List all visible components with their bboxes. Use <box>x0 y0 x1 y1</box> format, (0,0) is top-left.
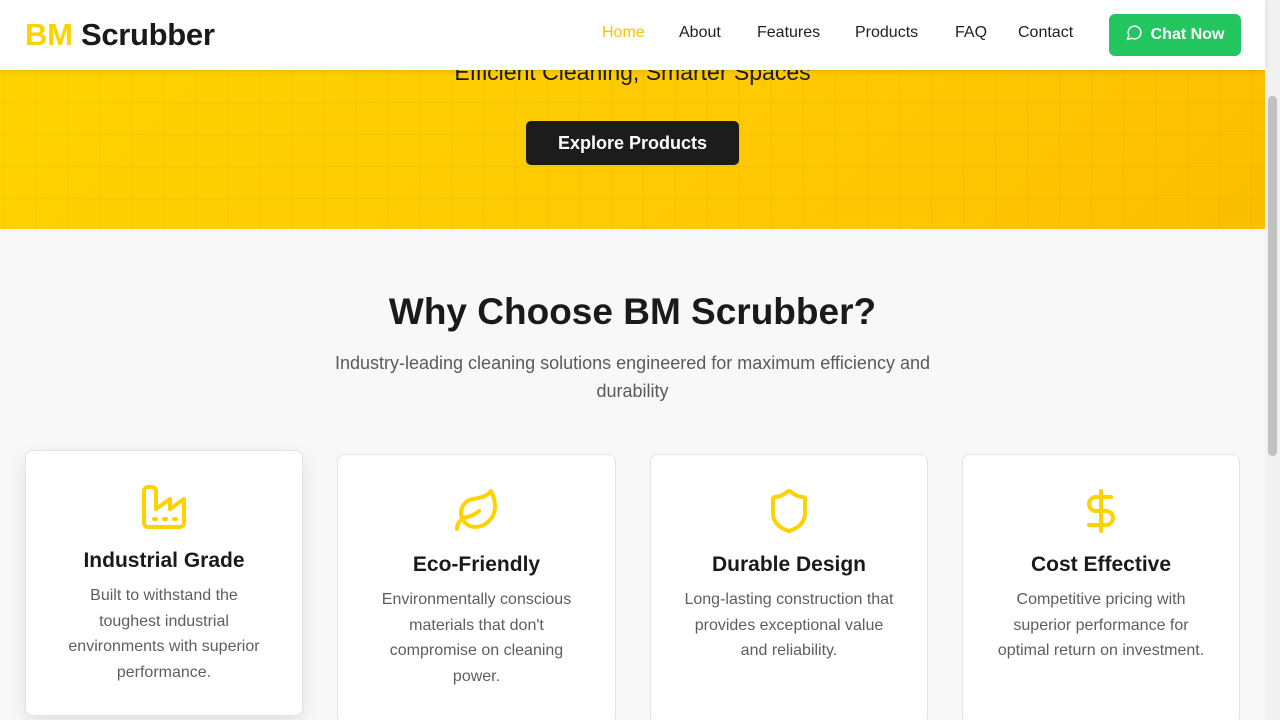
feature-card-eco: Eco-Friendly Environmentally conscious m… <box>337 454 616 720</box>
scrollbar-thumb[interactable] <box>1268 96 1277 456</box>
main-nav: Home About Features Products FAQ Contact <box>0 0 1265 70</box>
feature-title: Industrial Grade <box>83 549 245 572</box>
chat-now-label: Chat Now <box>1150 26 1225 43</box>
feature-title: Eco-Friendly <box>412 553 541 576</box>
factory-icon <box>140 483 188 531</box>
features-subtitle: Industry-leading cleaning solutions engi… <box>334 353 930 401</box>
feature-description: Competitive pricing with superior perfor… <box>997 591 1205 660</box>
nav-faq[interactable]: FAQ <box>955 24 987 42</box>
shield-icon <box>765 487 813 535</box>
nav-products[interactable]: Products <box>855 24 918 42</box>
explore-products-button[interactable]: Explore Products <box>526 121 739 165</box>
feature-card-durable: Durable Design Long-lasting construction… <box>650 454 928 720</box>
leaf-icon <box>453 487 501 535</box>
chat-now-button[interactable]: Chat Now <box>1109 14 1241 56</box>
dollar-sign-icon <box>1077 487 1125 535</box>
feature-description: Long-lasting construction that provides … <box>684 591 894 660</box>
feature-description: Built to withstand the toughest industri… <box>68 587 260 681</box>
feature-title: Cost Effective <box>1030 553 1172 576</box>
message-circle-icon <box>1126 24 1143 46</box>
site-header: BM Scrubber Home About Features Products… <box>0 0 1265 70</box>
nav-features[interactable]: Features <box>757 24 820 42</box>
page-scrollbar[interactable] <box>1265 0 1280 720</box>
feature-title: Durable Design <box>711 553 867 576</box>
feature-card-cost: Cost Effective Competitive pricing with … <box>962 454 1240 720</box>
nav-contact[interactable]: Contact <box>1018 24 1073 42</box>
nav-about[interactable]: About <box>679 24 721 42</box>
features-title: Why Choose BM Scrubber? <box>388 291 877 332</box>
feature-description: Environmentally conscious materials that… <box>381 591 572 685</box>
feature-card-industrial: Industrial Grade Built to withstand the … <box>25 450 303 716</box>
nav-home[interactable]: Home <box>602 24 645 42</box>
